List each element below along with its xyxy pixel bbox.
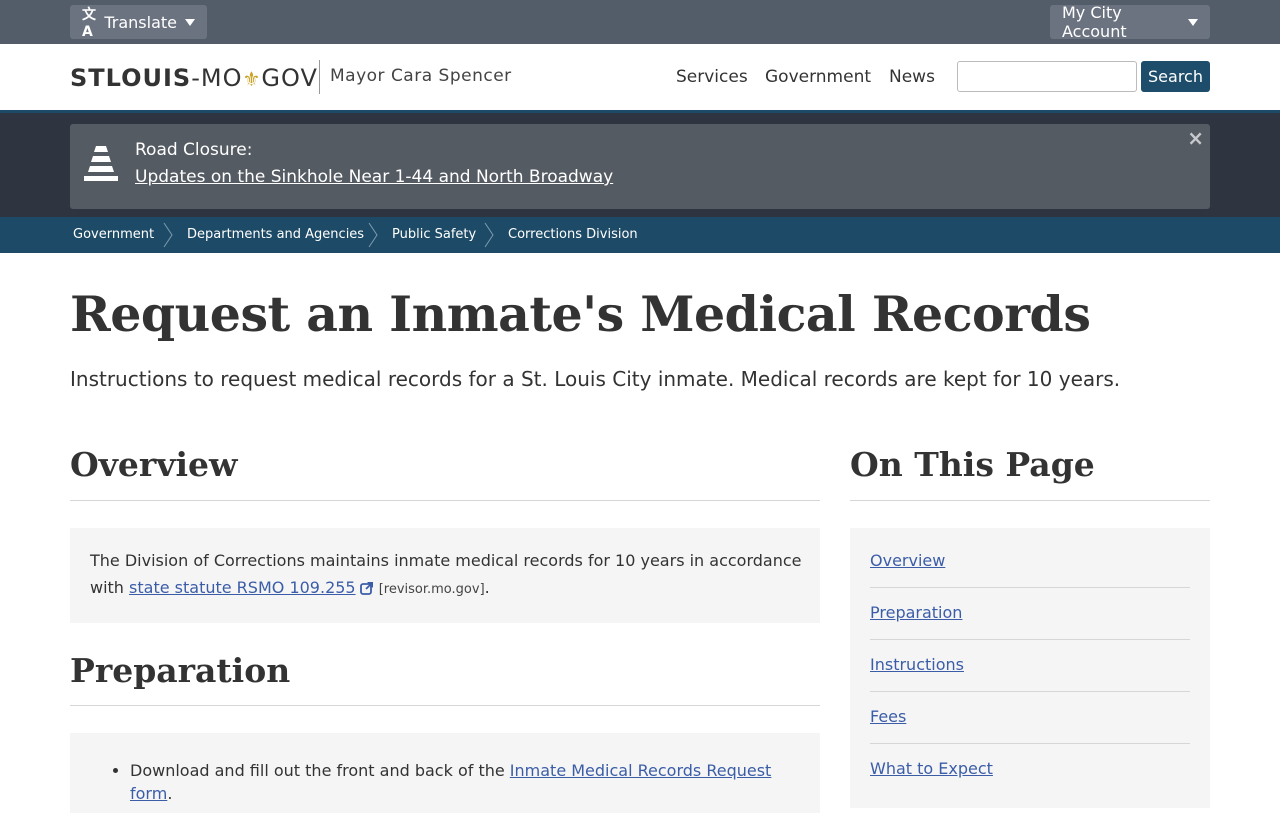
overview-heading: Overview (70, 445, 238, 484)
nav-news[interactable]: News (889, 67, 935, 87)
translate-icon: 文A (82, 7, 96, 40)
mayor-name: Mayor Cara Spencer (330, 66, 512, 86)
request-form-link[interactable]: Inmate Medical Records Request (510, 761, 772, 780)
overview-text-2: with (90, 578, 130, 597)
preparation-card: Download and fill out the front and back… (70, 733, 820, 813)
breadcrumb: Government Departments and Agencies Publ… (0, 217, 1280, 253)
toc-item-what-to-expect[interactable]: What to Expect (870, 759, 993, 778)
toc-divider-line (870, 743, 1190, 744)
utility-bar: 文A Translate My City Account (0, 0, 1280, 44)
translate-button[interactable]: 文A Translate (70, 5, 207, 40)
alert-link[interactable]: Updates on the Sinkhole Near 1-44 and No… (135, 167, 613, 187)
preparation-heading: Preparation (70, 651, 291, 690)
site-header: STLOUIS-MO⚜GOV Mayor Cara Spencer Servic… (0, 44, 1280, 110)
overview-divider (70, 500, 820, 501)
preparation-list: Download and fill out the front and back… (130, 759, 790, 805)
toc-divider-line (870, 587, 1190, 588)
external-link-icon (359, 582, 373, 595)
toc-divider (850, 500, 1210, 501)
chevron-right-icon (368, 222, 378, 248)
toc-item-preparation[interactable]: Preparation (870, 603, 962, 622)
toc-item-instructions[interactable]: Instructions (870, 655, 964, 674)
search-input[interactable] (957, 61, 1137, 92)
request-form-link-cont[interactable]: form (130, 784, 167, 803)
account-label: My City Account (1062, 3, 1127, 41)
search-button[interactable]: Search (1141, 61, 1210, 92)
toc-heading: On This Page (850, 445, 1095, 484)
overview-text: The Division of Corrections maintains in… (90, 551, 802, 570)
translate-label: Translate (104, 12, 177, 32)
breadcrumb-public-safety[interactable]: Public Safety (392, 227, 476, 242)
my-city-account-button[interactable]: My City Account (1050, 3, 1210, 41)
breadcrumb-corrections[interactable]: Corrections Division (508, 227, 638, 242)
chevron-right-icon (484, 222, 494, 248)
list-item-end: . (167, 784, 173, 803)
alert-box: Road Closure: Updates on the Sinkhole Ne… (70, 124, 1210, 209)
toc-item-fees[interactable]: Fees (870, 707, 906, 726)
statute-domain: [revisor.mo.gov] (378, 582, 485, 597)
list-item-text: Download and fill out the front and back… (130, 761, 510, 780)
toc-card: Overview Preparation Instructions Fees W… (850, 528, 1210, 808)
page-title: Request an Inmate's Medical Records (70, 285, 1091, 343)
list-item: Download and fill out the front and back… (130, 759, 790, 805)
overview-period: . (484, 578, 490, 597)
toc-divider-line (870, 639, 1190, 640)
site-logo[interactable]: STLOUIS-MO⚜GOV (70, 64, 318, 92)
logo-divider (319, 60, 320, 94)
logo-text-mo: -MO (191, 64, 243, 92)
toc-divider-line (870, 691, 1190, 692)
chevron-right-icon (163, 222, 173, 248)
logo-text-bold: STLOUIS (70, 64, 192, 92)
logo-text-gov: GOV (261, 64, 318, 92)
toc-item-overview[interactable]: Overview (870, 551, 945, 570)
caret-down-icon (185, 18, 195, 26)
breadcrumb-departments[interactable]: Departments and Agencies (187, 227, 364, 242)
overview-card: The Division of Corrections maintains in… (70, 528, 820, 623)
fleur-de-lis-icon: ⚜ (242, 67, 262, 91)
alert-zone: Road Closure: Updates on the Sinkhole Ne… (0, 110, 1280, 217)
alert-title: Road Closure: (135, 140, 253, 160)
nav-government[interactable]: Government (765, 67, 871, 87)
nav-services[interactable]: Services (676, 67, 748, 87)
preparation-divider (70, 705, 820, 706)
breadcrumb-government[interactable]: Government (73, 227, 154, 242)
statute-link[interactable]: state statute RSMO 109.255 (129, 578, 356, 597)
traffic-cone-icon (84, 146, 118, 181)
page-lead: Instructions to request medical records … (70, 367, 1121, 391)
caret-down-icon (1188, 18, 1198, 26)
close-icon[interactable]: × (1187, 126, 1204, 150)
